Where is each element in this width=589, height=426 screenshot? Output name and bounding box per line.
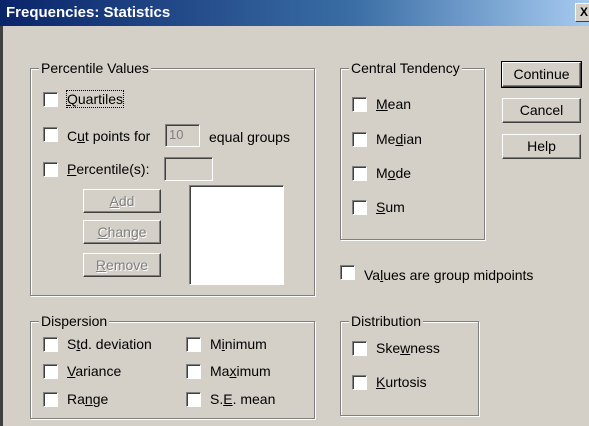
sum-checkbox[interactable] xyxy=(352,200,367,215)
cut-points-groups-input[interactable]: 10 xyxy=(165,124,200,147)
dialog-title: Frequencies: Statistics xyxy=(6,4,171,21)
cancel-button[interactable]: Cancel xyxy=(502,98,581,123)
median-label[interactable]: Median xyxy=(376,131,422,147)
continue-button[interactable]: Continue xyxy=(501,61,582,88)
close-button[interactable]: X xyxy=(575,3,589,22)
quartiles-label[interactable]: Quartiles xyxy=(65,90,125,108)
percentiles-label[interactable]: Percentile(s): xyxy=(67,161,149,177)
quartiles-checkbox[interactable] xyxy=(43,92,58,107)
central-tendency-legend: Central Tendency xyxy=(349,60,462,76)
median-checkbox[interactable] xyxy=(352,132,367,147)
window-frame-left xyxy=(0,26,3,426)
skewness-checkbox[interactable] xyxy=(352,341,367,356)
group-midpoints-checkbox[interactable] xyxy=(340,265,355,280)
minimum-checkbox[interactable] xyxy=(186,337,201,352)
cut-points-checkbox[interactable] xyxy=(43,127,58,142)
group-midpoints-label[interactable]: Values are group midpoints xyxy=(364,267,533,283)
skewness-label[interactable]: Skewness xyxy=(376,340,440,356)
maximum-checkbox[interactable] xyxy=(186,364,201,379)
percentile-value-input[interactable] xyxy=(164,157,213,181)
change-percentile-button[interactable]: Change xyxy=(83,220,161,244)
distribution-legend: Distribution xyxy=(349,313,424,329)
kurtosis-label[interactable]: Kurtosis xyxy=(376,374,427,390)
maximum-label[interactable]: Maximum xyxy=(210,363,271,379)
close-icon: X xyxy=(579,5,588,19)
sum-label[interactable]: Sum xyxy=(376,199,405,215)
mean-label[interactable]: Mean xyxy=(376,96,411,112)
percentile-values-legend: Percentile Values xyxy=(39,60,151,76)
range-label[interactable]: Range xyxy=(67,391,108,407)
variance-label[interactable]: Variance xyxy=(67,363,121,379)
range-checkbox[interactable] xyxy=(43,392,58,407)
mode-checkbox[interactable] xyxy=(352,166,367,181)
title-bar[interactable]: Frequencies: Statistics X xyxy=(0,0,589,26)
dispersion-legend: Dispersion xyxy=(39,313,110,329)
distribution-group: Distribution xyxy=(340,313,479,416)
help-button[interactable]: Help xyxy=(502,134,581,159)
mean-checkbox[interactable] xyxy=(352,97,367,112)
cut-points-label[interactable]: Cut points for xyxy=(67,128,150,144)
se-mean-checkbox[interactable] xyxy=(186,392,201,407)
se-mean-label[interactable]: S.E. mean xyxy=(210,391,275,407)
add-percentile-button[interactable]: Add xyxy=(83,189,161,213)
variance-checkbox[interactable] xyxy=(43,364,58,379)
std-deviation-label[interactable]: Std. deviation xyxy=(67,336,152,352)
percentiles-checkbox[interactable] xyxy=(43,162,58,177)
std-deviation-checkbox[interactable] xyxy=(43,337,58,352)
mode-label[interactable]: Mode xyxy=(376,165,411,181)
minimum-label[interactable]: Minimum xyxy=(210,336,267,352)
frequencies-statistics-dialog: Frequencies: Statistics X Percentile Val… xyxy=(0,0,589,426)
equal-groups-label: equal groups xyxy=(209,129,290,145)
kurtosis-checkbox[interactable] xyxy=(352,375,367,390)
percentiles-listbox[interactable] xyxy=(189,185,284,285)
remove-percentile-button[interactable]: Remove xyxy=(83,253,161,277)
